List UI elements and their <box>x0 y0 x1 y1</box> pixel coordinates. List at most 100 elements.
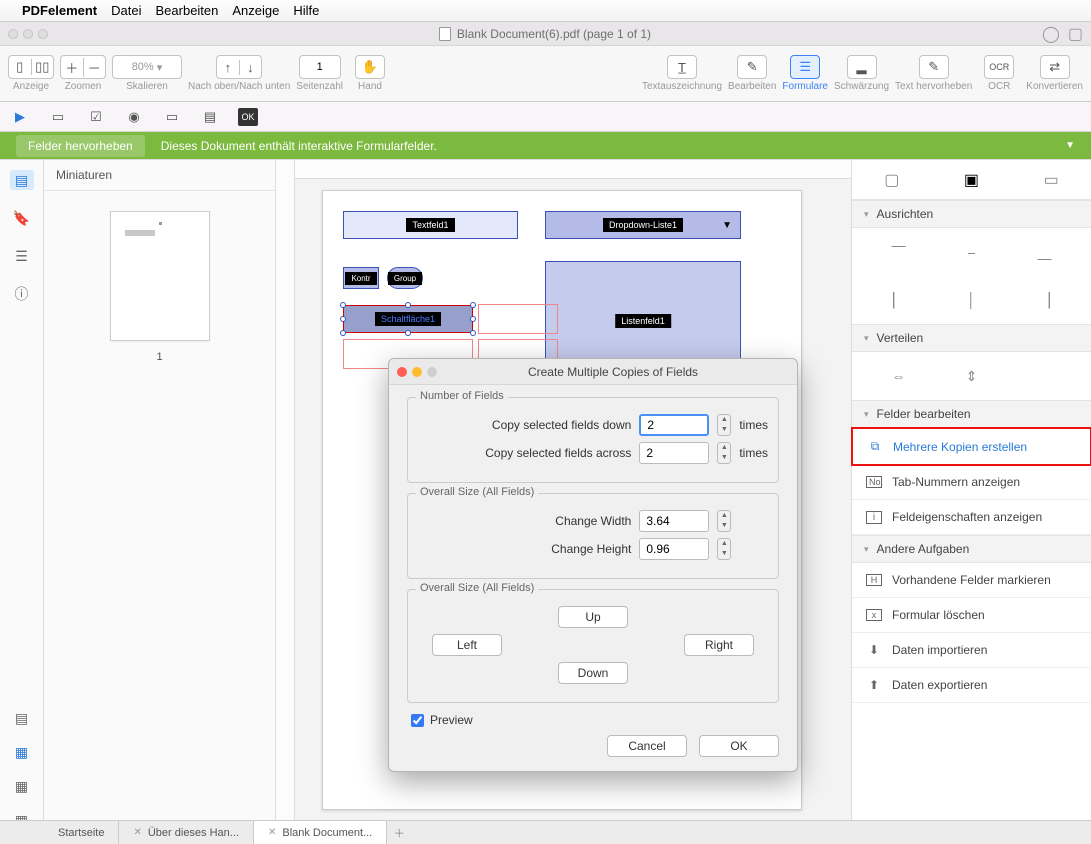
mark-existing-fields-item[interactable]: HVorhandene Felder markieren <box>852 563 1091 598</box>
section-align[interactable]: Ausrichten <box>852 200 1091 228</box>
distribute-v-icon[interactable]: ⇕ <box>961 366 983 386</box>
width-stepper[interactable]: ▲▼ <box>717 510 731 532</box>
align-center-icon[interactable]: │ <box>961 290 983 310</box>
align-middle-icon[interactable]: ⎯ <box>961 242 983 262</box>
clear-form-item[interactable]: xFormular löschen <box>852 598 1091 633</box>
copy-down-input[interactable] <box>639 414 709 436</box>
dialog-close-icon[interactable] <box>397 367 407 377</box>
zoom-window-icon[interactable] <box>38 29 48 39</box>
scale-select[interactable]: 80% ▾ Skalieren <box>112 55 182 92</box>
bookmarks-tab-icon[interactable]: 🔖 <box>10 208 34 228</box>
copy-across-input[interactable] <box>639 442 709 464</box>
cursor-tool-icon[interactable]: ▶ <box>10 108 30 126</box>
page-number[interactable]: Seitenzahl <box>296 55 343 92</box>
dropdown-label: Dropdown-Liste1 <box>603 218 683 232</box>
align-bottom-icon[interactable]: ⎽ <box>1034 242 1056 262</box>
cancel-button[interactable]: Cancel <box>607 735 687 757</box>
section-distribute[interactable]: Verteilen <box>852 324 1091 352</box>
copy-down-label: Copy selected fields down <box>492 418 631 432</box>
convert-button[interactable]: ⇄ Konvertieren <box>1026 55 1083 92</box>
thumbnails-header: Miniaturen <box>44 160 275 191</box>
menu-anzeige[interactable]: Anzeige <box>232 3 279 18</box>
menu-bearbeiten[interactable]: Bearbeiten <box>156 3 219 18</box>
dialog-titlebar[interactable]: Create Multiple Copies of Fields <box>389 359 797 385</box>
overall-size-group: Overall Size (All Fields) Change Width ▲… <box>407 493 779 579</box>
preview-checkbox[interactable] <box>411 714 424 727</box>
info-tab-icon[interactable]: ⓘ <box>10 284 34 304</box>
height-stepper[interactable]: ▲▼ <box>717 538 731 560</box>
hand-tool[interactable]: ✋ Hand <box>349 55 391 92</box>
align-left-icon[interactable]: ▏ <box>888 290 910 310</box>
minimize-window-icon[interactable] <box>23 29 33 39</box>
panel-icon[interactable]: ▢ <box>1068 24 1083 44</box>
section-edit-fields[interactable]: Felder bearbeiten <box>852 400 1091 428</box>
checkbox-tool-icon[interactable]: ☑ <box>86 108 106 126</box>
field-props-label: Feldeigenschaften anzeigen <box>892 510 1042 524</box>
collapse-bar-icon[interactable]: ▼ <box>1065 140 1075 151</box>
rp-tab-1-icon[interactable]: ▢ <box>880 168 904 192</box>
redact-button[interactable]: ▂ Schwärzung <box>834 55 889 92</box>
down-button[interactable]: Down <box>558 662 628 684</box>
add-tab-button[interactable]: ＋ <box>387 825 411 841</box>
export-data-item[interactable]: ⬆Daten exportieren <box>852 668 1091 703</box>
rp-tab-2-icon[interactable]: ▣ <box>959 168 983 192</box>
button-field-selected[interactable]: Schaltfläche1 <box>343 305 473 333</box>
page-number-input[interactable] <box>299 55 341 79</box>
button-tool-icon[interactable]: OK <box>238 108 258 126</box>
dialog-min-icon[interactable] <box>412 367 422 377</box>
field-properties-item[interactable]: iFeldeigenschaften anzeigen <box>852 500 1091 535</box>
align-right-icon[interactable]: ▕ <box>1034 290 1056 310</box>
textfield-field[interactable]: Textfeld1 <box>343 211 518 239</box>
copy-across-label: Copy selected fields across <box>485 446 631 460</box>
menu-hilfe[interactable]: Hilfe <box>293 3 319 18</box>
left-button[interactable]: Left <box>432 634 502 656</box>
combobox-tool-icon[interactable]: ▭ <box>162 108 182 126</box>
change-width-input[interactable] <box>639 510 709 532</box>
thumbnails-tab-icon[interactable]: ▤ <box>10 170 34 190</box>
app-name[interactable]: PDFelement <box>22 3 97 18</box>
menu-datei[interactable]: Datei <box>111 3 141 18</box>
import-data-item[interactable]: ⬇Daten importieren <box>852 633 1091 668</box>
align-top-icon[interactable]: ⎺ <box>888 242 910 262</box>
distribute-h-icon[interactable]: ⇔ <box>888 366 910 386</box>
ok-button[interactable]: OK <box>699 735 779 757</box>
edit-button[interactable]: ✎ Bearbeiten <box>728 55 776 92</box>
highlight-fields-button[interactable]: Felder hervorheben <box>16 135 145 157</box>
zoom-button[interactable]: ＋－ Zoomen <box>60 55 106 92</box>
view1-icon[interactable]: ▤ <box>10 708 34 728</box>
page-nav-button[interactable]: ↑↓ Nach oben/Nach unten <box>188 55 290 92</box>
outline-tab-icon[interactable]: ☰ <box>10 246 34 266</box>
listbox-tool-icon[interactable]: ▤ <box>200 108 220 126</box>
tab-about[interactable]: ✕Über dieses Han... <box>119 821 254 844</box>
view-mode-button[interactable]: ▯▯▯ Anzeige <box>8 55 54 92</box>
view3-icon[interactable]: ▦ <box>10 776 34 796</box>
highlight-button[interactable]: ✎ Text hervorheben <box>895 55 972 92</box>
copy-across-stepper[interactable]: ▲▼ <box>717 442 731 464</box>
view2-icon[interactable]: ▦ <box>10 742 34 762</box>
show-tab-numbers-item[interactable]: No.Tab-Nummern anzeigen <box>852 465 1091 500</box>
radio-tool-icon[interactable]: ◉ <box>124 108 144 126</box>
radio-field[interactable]: Group <box>387 267 423 289</box>
text-markup-button[interactable]: T̲ Textauszeichnung <box>642 55 722 92</box>
create-multiple-copies-item[interactable]: ⧉Mehrere Kopien erstellen <box>851 427 1091 466</box>
dropdown-field[interactable]: Dropdown-Liste1▼ <box>545 211 741 239</box>
tab-blank-doc[interactable]: ✕Blank Document... <box>254 821 387 844</box>
close-tab-icon[interactable]: ✕ <box>268 827 276 838</box>
ocr-button[interactable]: OCR OCR <box>978 55 1020 92</box>
close-tab-icon[interactable]: ✕ <box>133 827 141 838</box>
page-thumbnail[interactable] <box>110 211 210 341</box>
up-button[interactable]: Up <box>558 606 628 628</box>
checkbox-field[interactable]: Kontr <box>343 267 379 289</box>
user-icon[interactable]: ◯ <box>1042 24 1060 44</box>
window-controls[interactable] <box>8 29 48 39</box>
close-window-icon[interactable] <box>8 29 18 39</box>
num-fields-label: Number of Fields <box>416 390 508 402</box>
textfield-tool-icon[interactable]: ▭ <box>48 108 68 126</box>
right-button[interactable]: Right <box>684 634 754 656</box>
section-other-tasks[interactable]: Andere Aufgaben <box>852 535 1091 563</box>
tab-start[interactable]: Startseite <box>44 821 119 844</box>
change-height-input[interactable] <box>639 538 709 560</box>
forms-button[interactable]: ☰ Formulare <box>782 55 828 92</box>
copy-down-stepper[interactable]: ▲▼ <box>717 414 731 436</box>
rp-tab-3-icon[interactable]: ▭ <box>1039 168 1063 192</box>
